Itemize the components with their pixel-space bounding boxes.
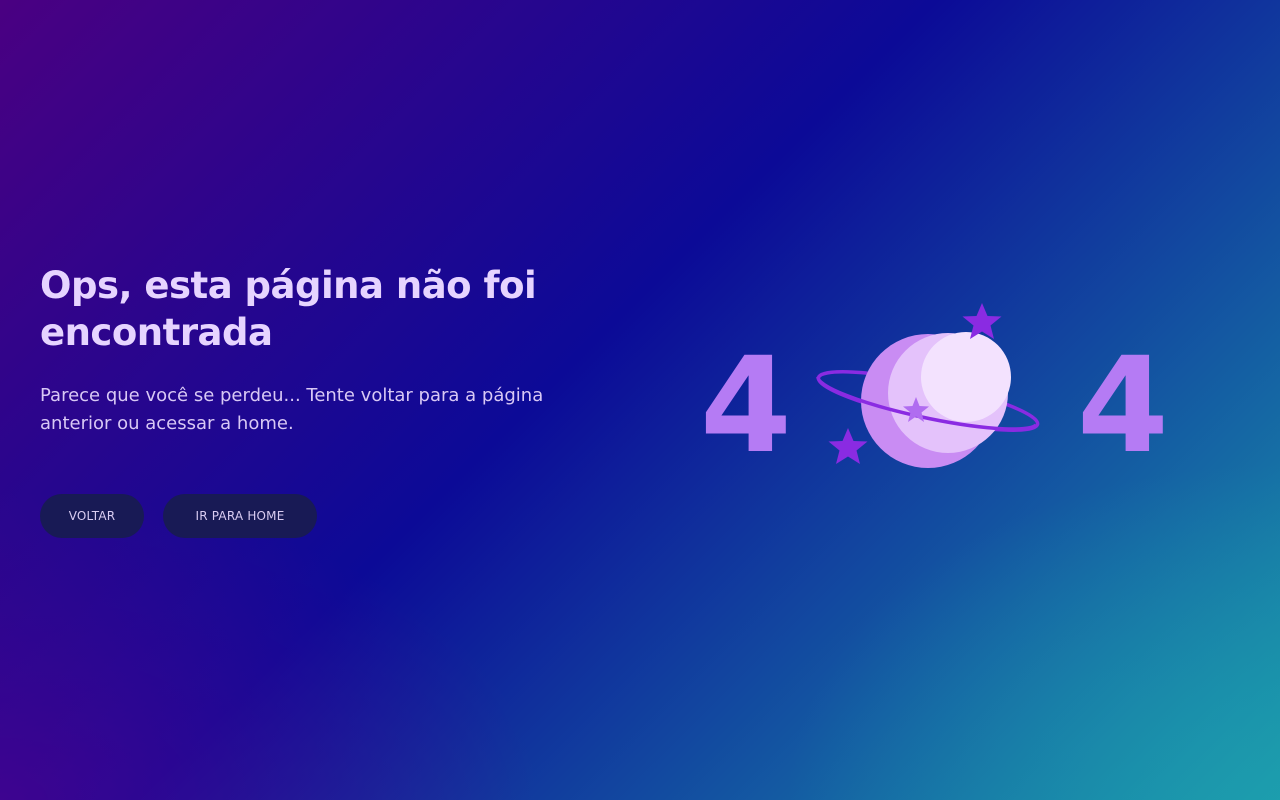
home-button[interactable]: IR PARA HOME xyxy=(163,494,317,538)
action-buttons: VOLTAR IR PARA HOME xyxy=(40,494,600,538)
error-content: Ops, esta página não foi encontrada Pare… xyxy=(40,262,600,538)
right-digit: 4 xyxy=(1077,329,1169,483)
illustration-svg: 4 4 xyxy=(700,303,1169,483)
star-icon xyxy=(828,428,868,464)
planet-shine xyxy=(921,332,1011,422)
error-404-illustration: 4 4 xyxy=(690,295,1170,485)
left-digit: 4 xyxy=(700,329,792,483)
page-title: Ops, esta página não foi encontrada xyxy=(40,264,537,354)
back-button[interactable]: VOLTAR xyxy=(40,494,144,538)
page-subtitle: Parece que você se perdeu... Tente volta… xyxy=(40,385,544,434)
